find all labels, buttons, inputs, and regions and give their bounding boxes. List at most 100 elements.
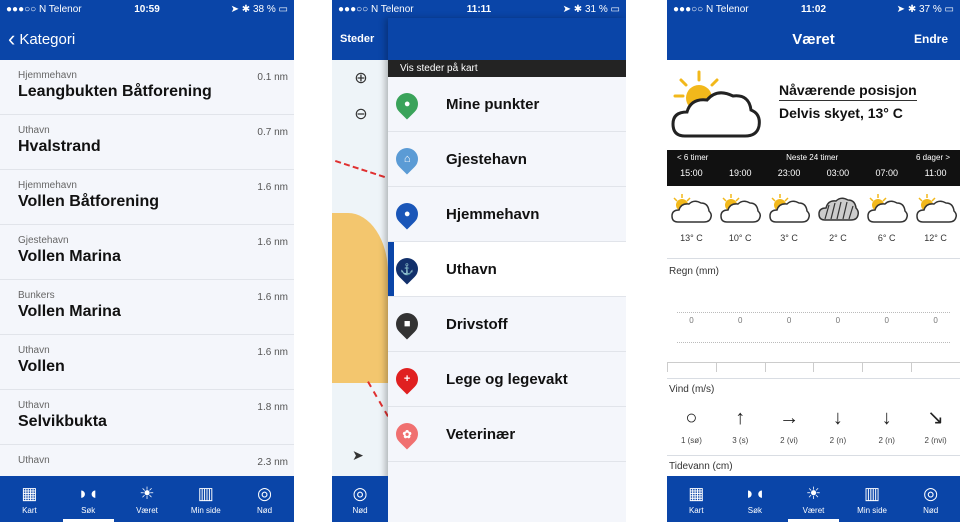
tab-sok[interactable]: ◗◖ Søk (726, 476, 785, 522)
tab-kart[interactable]: ▦ Kart (667, 476, 726, 522)
tab-kart[interactable]: ▦ Kart (0, 476, 59, 522)
item-category: Gjestehavn (18, 235, 69, 246)
list-item[interactable]: Gjestehavn Vollen Marina 1.6 nm (0, 225, 294, 280)
list-item[interactable]: Uthavn 2.3 nm (0, 445, 294, 476)
tab-label: Min side (190, 505, 221, 515)
lifebuoy-icon: ◎ (257, 483, 272, 503)
edit-button[interactable]: Endre (914, 32, 948, 46)
tab-min-side[interactable]: ▥ Min side (843, 476, 902, 522)
tab-bar: ▦ Kart ◗◖ Søk ☀ Været ▥ Min side ◎ Nød (0, 476, 294, 522)
clock: 10:59 (134, 3, 160, 15)
wind-cell: → 2 (vi) (765, 404, 814, 445)
item-distance: 1.6 nm (257, 237, 288, 248)
map-pin-icon: ⌂ (391, 143, 423, 175)
wind-value: 1 (sø) (680, 436, 702, 445)
forecast-cell: 10° C (716, 192, 765, 243)
prev-6-hours-button[interactable]: < 6 timer (677, 153, 708, 162)
tab-label: Søk (81, 505, 96, 515)
wind-cell: ↓ 2 (n) (862, 404, 911, 445)
wind-direction-icon: → (779, 407, 800, 429)
list-item[interactable]: Bunkers Vollen Marina 1.6 nm (0, 280, 294, 335)
wind-cell: ↑ 3 (s) (716, 404, 765, 445)
forecast-icons: 13° C 10° C 3° C 2° C 6° C 12° C (667, 192, 960, 243)
forecast-temp: 13° C (680, 233, 703, 243)
map-icon: ▦ (688, 483, 705, 503)
drawer-top (388, 18, 626, 60)
results-list: Hjemmehavn Leangbukten Båtforening 0.1 nm U… (0, 60, 294, 476)
forecast-time: 11:00 (924, 168, 947, 178)
back-chevron-icon[interactable]: ‹ (0, 26, 19, 52)
zoom-in-icon[interactable]: ⊕ (350, 68, 372, 90)
drawer-item-label: Gjestehavn (446, 150, 527, 168)
forecast-temp: 12° C (924, 233, 947, 243)
rain-values: 0 0 0 0 0 0 (667, 316, 960, 325)
list-item[interactable]: Uthavn Selvikbukta 1.8 nm (0, 390, 294, 445)
tab-label: Søk (747, 505, 762, 515)
item-name: Vollen (18, 358, 65, 375)
rain-value: 0 (786, 316, 792, 325)
item-name: Vollen Marina (18, 303, 121, 320)
list-item[interactable]: Uthavn Hvalstrand 0.7 nm (0, 115, 294, 170)
locate-arrow-icon[interactable]: ➤ (352, 447, 364, 464)
axis-tick (764, 363, 814, 372)
map-pin-icon: + (391, 363, 423, 395)
next-24-hours-label: Neste 24 timer (786, 153, 839, 162)
axis-tick (667, 363, 716, 372)
drawer-item[interactable]: ■ Drivstoff (388, 297, 626, 352)
drawer-item[interactable]: ✿ Veterinær (388, 407, 626, 462)
next-6-days-button[interactable]: 6 dager > (916, 153, 950, 162)
nav-bar: Været Endre (667, 18, 960, 60)
item-distance: 1.8 nm (257, 402, 288, 413)
item-category: Bunkers (18, 290, 55, 301)
list-item[interactable]: Uthavn Vollen 1.6 nm (0, 335, 294, 390)
places-button[interactable]: Steder (332, 18, 388, 60)
rain-cloud-icon (817, 192, 859, 229)
tab-sok[interactable]: ◗◖ Søk (59, 476, 118, 522)
sun-icon: ☀ (139, 483, 155, 503)
drawer-item[interactable]: ⌂ Gjestehavn (388, 132, 626, 187)
tab-nod[interactable]: ◎ Nød (901, 476, 960, 522)
weather-screen: ●●●○○ N Telenor 11:02 ➤ ✱ 37 % ▭ Været E… (667, 0, 960, 522)
drawer-item[interactable]: ⚓ Uthavn (388, 242, 626, 297)
forecast-temp: 6° C (877, 233, 896, 243)
tab-varet[interactable]: ☀ Været (118, 476, 177, 522)
partly-cloudy-icon (719, 192, 762, 229)
map-pin-icon: ✿ (391, 418, 423, 450)
battery-percent: 37 % (918, 3, 942, 15)
item-name: Vollen Båtforening (18, 193, 160, 210)
item-category: Uthavn (18, 455, 50, 466)
drawer-item[interactable]: + Lege og legevakt (388, 352, 626, 407)
binoculars-icon: ◗◖ (744, 483, 766, 503)
rain-value: 0 (884, 316, 889, 325)
drawer-item[interactable]: ● Mine punkter (388, 77, 626, 132)
tab-nod[interactable]: ◎ Nød (235, 476, 294, 522)
wind-cell: ↓ 2 (n) (813, 404, 862, 445)
wind-value: 2 (vi) (780, 436, 798, 445)
carrier-label: ●●●○○ N Telenor (6, 3, 82, 15)
tab-min-side[interactable]: ▥ Min side (176, 476, 235, 522)
list-item[interactable]: Hjemmehavn Leangbukten Båtforening 0.1 nm (0, 60, 294, 115)
partly-cloudy-icon (915, 192, 957, 229)
carrier-label: ●●●○○ N Telenor (338, 3, 414, 15)
map-view[interactable]: Steder ⊕ ⊖ ➤ (332, 18, 388, 476)
status-bar: ●●●○○ N Telenor 10:59 ➤ ✱ 38 % ▭ (0, 0, 294, 18)
forecast-temp: 3° C (780, 233, 798, 243)
tab-varet[interactable]: ☀ Været (784, 476, 843, 522)
book-icon: ▥ (197, 483, 214, 503)
pin-glyph: ⌂ (403, 153, 411, 165)
drawer-item[interactable]: ● Hjemmehavn (388, 187, 626, 242)
tab-nod[interactable]: ◎ Nød (332, 476, 388, 522)
battery-indicator: ➤ ✱ 31 % ▭ (562, 3, 620, 15)
status-bar: ●●●○○ N Telenor 11:11 ➤ ✱ 31 % ▭ (332, 0, 626, 18)
wind-values: ○ 1 (sø) ↑ 3 (s) → 2 (vi) ↓ 2 (n) ↓ 2 (n) ↘ 2 (nvi) (667, 404, 960, 445)
tab-label: Nød (352, 505, 368, 515)
pin-glyph: ⚓ (400, 263, 414, 276)
drawer-list: ● Mine punkter ⌂ Gjestehavn ● Hjemmehavn ⚓ Utha… (388, 77, 626, 462)
back-button[interactable]: Kategori (19, 31, 75, 48)
zoom-out-icon[interactable]: ⊖ (350, 104, 372, 126)
axis-tick (715, 363, 765, 372)
wind-cell: ○ 1 (sø) (667, 404, 716, 445)
battery-indicator: ➤ ✱ 38 % ▭ (230, 3, 288, 15)
drawer-item-label: Uthavn (446, 260, 497, 278)
list-item[interactable]: Hjemmehavn Vollen Båtforening 1.6 nm (0, 170, 294, 225)
